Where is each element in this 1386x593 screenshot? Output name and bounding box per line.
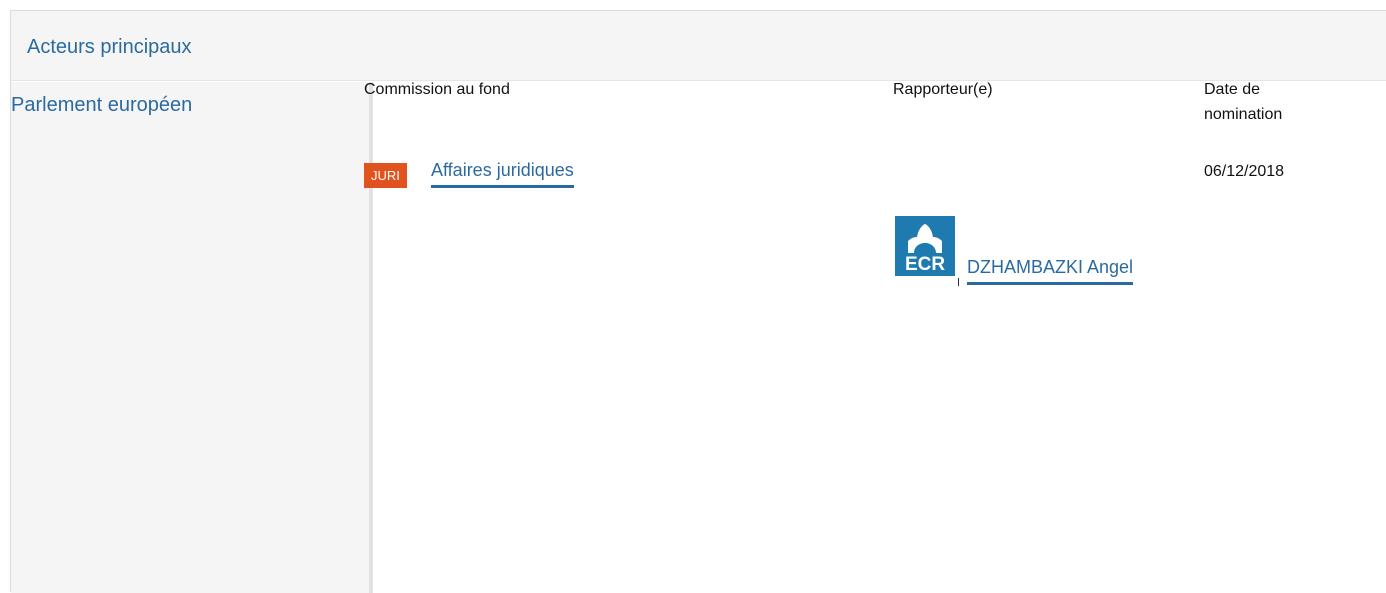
column-header-commission: Commission au fond — [364, 81, 510, 98]
key-players-panel: Acteurs principaux Parlement européen — [10, 10, 1386, 593]
column-header-date: Date de nomination — [1204, 81, 1283, 123]
nomination-date: 06/12/2018 — [1204, 163, 1285, 180]
committee-link[interactable]: Affaires juridiques — [431, 160, 574, 188]
institution-name: Parlement européen — [11, 94, 193, 116]
institution-column: Parlement européen — [11, 82, 373, 593]
section-header: Acteurs principaux — [11, 11, 1386, 81]
section-title: Acteurs principaux — [27, 36, 192, 58]
group-logo-label: ECR — [905, 254, 945, 275]
ecr-group-logo-icon: ECR — [895, 216, 955, 276]
column-header-rapporteur: Rapporteur(e) — [893, 81, 993, 98]
divider-tick — [958, 278, 959, 286]
committee-code-badge: JURI — [364, 163, 407, 188]
rapporteur-link[interactable]: DZHAMBAZKI Angel — [967, 257, 1134, 285]
